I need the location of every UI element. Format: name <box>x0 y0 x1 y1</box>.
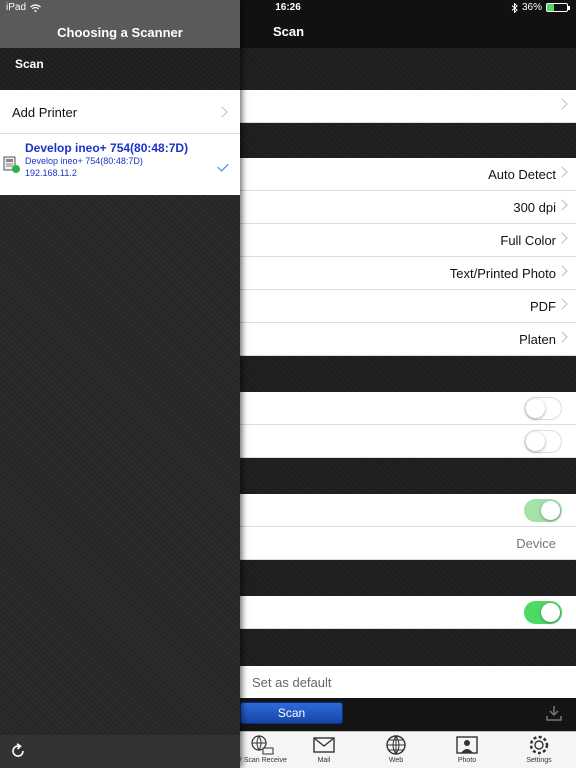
toggle-row-1 <box>240 392 576 425</box>
tab-label: Mail <box>317 757 331 764</box>
tab-label: Settings <box>526 757 552 764</box>
tab-photo[interactable]: Photo <box>437 734 497 764</box>
tab-settings[interactable]: Settings <box>509 734 569 764</box>
main-title: Scan <box>273 24 305 39</box>
printer-model: Develop ineo+ 754(80:48:7D) <box>25 156 143 166</box>
setting-row-color[interactable]: Full Color <box>240 224 576 257</box>
chevron-right-icon <box>216 106 228 118</box>
setting-row-file-type[interactable]: PDF <box>240 290 576 323</box>
bluetooth-icon <box>511 2 518 13</box>
setting-value: Auto Detect <box>488 166 556 182</box>
scanner-chooser-panel: Choosing a Scanner Scan Add Printer Deve… <box>0 0 240 768</box>
chevron-right-icon <box>556 298 568 310</box>
chevron-right-icon <box>556 331 568 343</box>
setting-row-original-source[interactable]: Platen <box>240 323 576 356</box>
photo-icon <box>456 736 478 754</box>
chevron-right-icon <box>556 199 568 211</box>
tab-label: Photo <box>457 757 477 764</box>
printer-list-item[interactable]: Develop ineo+ 754(80:48:7D) Develop ineo… <box>0 134 240 195</box>
globe-icon <box>386 735 406 755</box>
toggle-switch-on-dimmed[interactable] <box>524 499 562 522</box>
status-right: 36% <box>511 2 570 13</box>
add-printer-label: Add Printer <box>12 105 78 120</box>
scan-button[interactable]: Scan <box>240 702 343 724</box>
scan-settings-panel: Scan Auto Detect 300 dpi Full Color Text… <box>237 0 576 768</box>
panel-title: Choosing a Scanner <box>57 25 183 40</box>
setting-value: Platen <box>519 331 556 347</box>
gear-icon <box>529 735 549 755</box>
status-bar: iPad 16:26 36% <box>0 0 576 16</box>
setting-row-color-mode-detect[interactable]: Auto Detect <box>240 158 576 191</box>
setting-value: Full Color <box>500 232 556 248</box>
printer-ip: 192.168.11.2 <box>25 168 77 178</box>
set-as-default-label: Set as default <box>252 674 332 690</box>
battery-icon <box>546 3 570 12</box>
action-bar: Scan <box>240 698 576 731</box>
chevron-right-icon <box>556 232 568 244</box>
scan-receive-icon <box>251 735 274 755</box>
scanner-select-row[interactable] <box>240 90 576 123</box>
add-printer-row[interactable]: Add Printer <box>0 90 240 134</box>
toggle-row-2 <box>240 425 576 458</box>
setting-value: 300 dpi <box>513 199 556 215</box>
battery-percent: 36% <box>521 2 542 13</box>
chevron-right-icon <box>556 98 568 110</box>
chevron-right-icon <box>556 166 568 178</box>
section-header: Scan <box>0 48 240 90</box>
toggle-switch-off[interactable] <box>524 430 562 453</box>
tab-web[interactable]: Web <box>366 734 426 764</box>
left-footer <box>0 735 240 768</box>
storage-value: Device <box>516 535 556 551</box>
checkmark-icon <box>217 160 229 172</box>
setting-value: Text/Printed Photo <box>449 265 556 281</box>
setting-value: PDF <box>530 298 556 314</box>
chevron-right-icon <box>556 265 568 277</box>
left-panel-empty-area <box>0 195 240 735</box>
tab-label: Web <box>388 757 404 764</box>
set-as-default-row[interactable]: Set as default <box>240 666 576 698</box>
toggle-row-3 <box>240 494 576 527</box>
download-icon[interactable] <box>546 705 562 721</box>
mail-icon <box>313 737 335 753</box>
toggle-switch-on[interactable] <box>524 601 562 624</box>
refresh-icon[interactable] <box>10 743 26 759</box>
tab-label: V Scan Receive <box>237 757 287 764</box>
section-label: Scan <box>15 57 44 71</box>
setting-row-resolution[interactable]: 300 dpi <box>240 191 576 224</box>
printer-icon <box>3 156 20 173</box>
printer-name: Develop ineo+ 754(80:48:7D) <box>25 141 189 155</box>
storage-row[interactable]: Device <box>240 527 576 560</box>
toggle-row-4 <box>240 596 576 629</box>
toggle-switch-off[interactable] <box>524 397 562 420</box>
tab-mail[interactable]: Mail <box>294 734 354 764</box>
setting-row-image-quality[interactable]: Text/Printed Photo <box>240 257 576 290</box>
tab-bar: V Scan Receive Mail Web Photo Settings <box>237 731 576 768</box>
tab-scan-receive[interactable]: V Scan Receive <box>232 734 292 764</box>
status-time: 16:26 <box>275 2 301 13</box>
